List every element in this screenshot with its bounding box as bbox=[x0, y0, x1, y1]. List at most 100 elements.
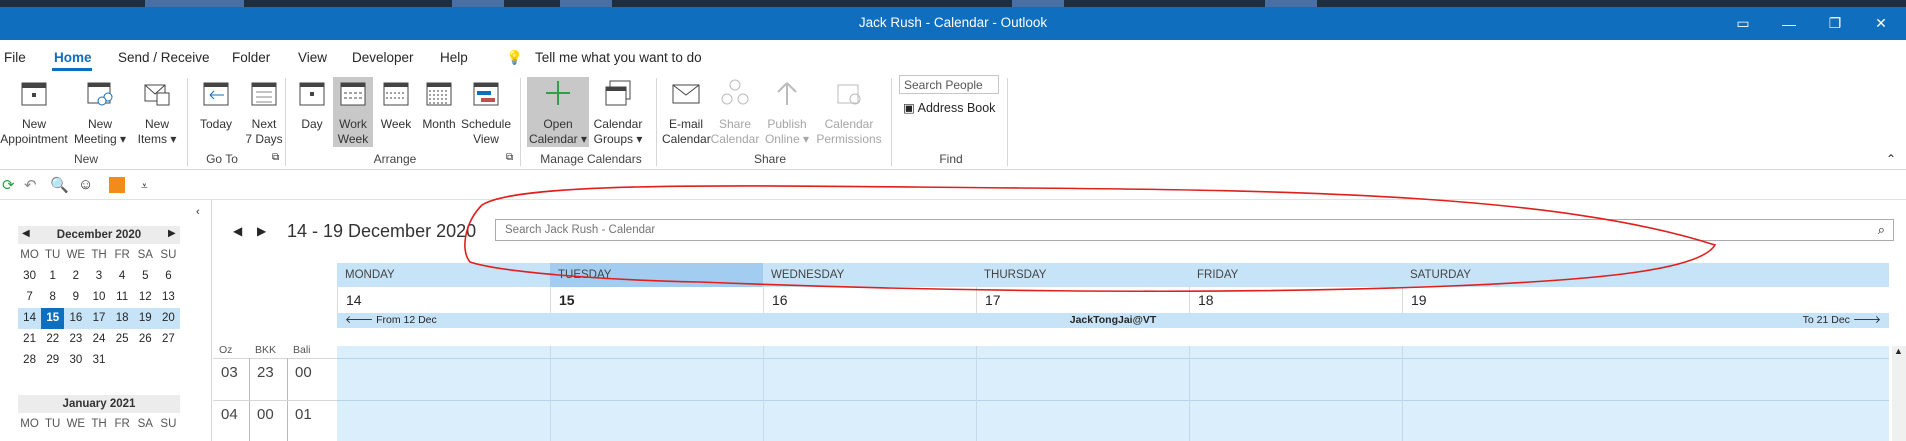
time-grid[interactable] bbox=[337, 346, 1889, 441]
collapse-ribbon-icon[interactable]: ⌃ bbox=[1886, 152, 1896, 166]
tab-help[interactable]: Help bbox=[440, 50, 468, 65]
sync-icon[interactable]: ⟳ bbox=[2, 176, 15, 194]
mini-calendar-day[interactable]: 5 bbox=[134, 266, 157, 287]
mini-calendar-day[interactable]: 12 bbox=[134, 287, 157, 308]
tell-me-search[interactable]: Tell me what you want to do bbox=[535, 50, 702, 65]
day-header-thursday[interactable]: THURSDAY bbox=[976, 263, 1189, 287]
next-month-icon[interactable]: ▶ bbox=[168, 228, 176, 239]
day-number[interactable]: 18 bbox=[1189, 287, 1402, 313]
restore-button[interactable]: ❐ bbox=[1812, 7, 1858, 40]
day-header-tuesday[interactable]: TUESDAY bbox=[550, 263, 763, 287]
mini-calendar-day[interactable]: 17 bbox=[87, 308, 111, 329]
calendar-permissions-button[interactable]: Calendar Permissions bbox=[814, 77, 884, 147]
button-label: Week bbox=[337, 132, 369, 146]
mini-calendar-day[interactable]: 7 bbox=[18, 287, 41, 308]
new-appointment-button[interactable]: New Appointment bbox=[0, 77, 68, 147]
mini-calendar-day[interactable]: 24 bbox=[87, 329, 110, 350]
lightbulb-icon: 💡 bbox=[506, 50, 523, 65]
minimize-button[interactable]: — bbox=[1766, 7, 1812, 40]
tab-folder[interactable]: Folder bbox=[232, 50, 270, 65]
open-calendar-button[interactable]: Open Calendar ▾ bbox=[527, 77, 589, 147]
close-button[interactable]: ✕ bbox=[1858, 7, 1904, 40]
color-square-icon[interactable] bbox=[109, 177, 125, 193]
new-items-button[interactable]: New Items ▾ bbox=[132, 77, 182, 147]
mini-calendar-day[interactable]: 11 bbox=[111, 287, 134, 308]
mini-calendar-day[interactable]: 4 bbox=[111, 266, 134, 287]
ribbon-display-icon[interactable]: ▭ bbox=[1720, 7, 1766, 40]
dialog-launcher-icon[interactable]: ⧉ bbox=[506, 152, 513, 163]
button-label: Calendar ▾ bbox=[528, 132, 588, 146]
undo-icon[interactable]: ↶ bbox=[24, 176, 37, 194]
day-header-saturday[interactable]: SATURDAY bbox=[1402, 263, 1889, 287]
day-number[interactable]: 14 bbox=[337, 287, 550, 313]
mini-calendar-day[interactable]: 23 bbox=[64, 329, 87, 350]
day-header-monday[interactable]: MONDAY bbox=[337, 263, 550, 287]
new-meeting-button[interactable]: New Meeting ▾ bbox=[70, 77, 130, 147]
share-calendar-button[interactable]: Share Calendar bbox=[710, 77, 760, 147]
mini-calendar-day[interactable]: 9 bbox=[64, 287, 87, 308]
tab-home[interactable]: Home bbox=[54, 50, 92, 65]
mini-calendar-day[interactable]: 1 bbox=[41, 266, 64, 287]
today-button[interactable]: Today bbox=[192, 77, 240, 132]
mini-calendar-day[interactable]: 3 bbox=[87, 266, 110, 287]
next-week-icon[interactable]: ▶ bbox=[257, 224, 266, 238]
hour-label: 01 bbox=[295, 406, 312, 423]
customize-toolbar-icon[interactable]: ⩡ bbox=[141, 179, 148, 194]
mini-calendar-day[interactable]: 16 bbox=[64, 308, 88, 329]
calendar-groups-button[interactable]: Calendar Groups ▾ bbox=[590, 77, 646, 147]
mini-calendar-day[interactable]: 27 bbox=[157, 329, 180, 350]
mini-calendar-day[interactable]: 29 bbox=[41, 350, 64, 371]
address-book-button[interactable]: ▣ Address Book bbox=[903, 100, 995, 115]
calendar-search-input[interactable] bbox=[496, 220, 1856, 240]
dialog-launcher-icon[interactable]: ⧉ bbox=[272, 152, 279, 163]
day-header-friday[interactable]: FRIDAY bbox=[1189, 263, 1402, 287]
tab-file[interactable]: File bbox=[4, 50, 26, 65]
mini-calendar-day[interactable]: 31 bbox=[87, 350, 110, 371]
day-number[interactable]: 16 bbox=[763, 287, 976, 313]
day-header-wednesday[interactable]: WEDNESDAY bbox=[763, 263, 976, 287]
button-label: Share bbox=[718, 117, 752, 131]
mini-calendar-day[interactable]: 25 bbox=[111, 329, 134, 350]
mini-calendar-day[interactable]: 21 bbox=[18, 329, 41, 350]
mini-calendar-day[interactable]: 13 bbox=[157, 287, 180, 308]
mini-calendar-day[interactable]: 8 bbox=[41, 287, 64, 308]
day-number[interactable]: 15 bbox=[550, 287, 763, 313]
mini-calendar-day[interactable]: 15 bbox=[41, 308, 65, 329]
button-label: Publish bbox=[767, 117, 807, 131]
work-week-view-button[interactable]: Work Week bbox=[333, 77, 373, 147]
month-view-button[interactable]: Month bbox=[417, 77, 461, 132]
mini-calendar-day[interactable]: 20 bbox=[156, 308, 180, 329]
mini-calendar-day[interactable]: 28 bbox=[18, 350, 41, 371]
day-number[interactable]: 17 bbox=[976, 287, 1189, 313]
mini-calendar-day[interactable]: 10 bbox=[87, 287, 110, 308]
mini-calendar-day[interactable]: 19 bbox=[133, 308, 157, 329]
day-view-button[interactable]: Day bbox=[292, 77, 332, 132]
mini-calendar-day[interactable]: 18 bbox=[110, 308, 134, 329]
schedule-view-button[interactable]: Schedule View bbox=[460, 77, 512, 147]
smiley-icon[interactable]: ☺ bbox=[78, 176, 93, 193]
mini-calendar-day[interactable]: 6 bbox=[157, 266, 180, 287]
scroll-up-icon[interactable]: ▲ bbox=[1894, 346, 1903, 356]
vertical-scrollbar[interactable]: ▲ bbox=[1892, 346, 1906, 441]
next-range-link[interactable]: To 21 Dec 🡒 bbox=[1803, 313, 1881, 328]
prev-month-icon[interactable]: ◀ bbox=[22, 228, 30, 239]
mini-calendar-day[interactable]: 26 bbox=[134, 329, 157, 350]
mini-calendar-day[interactable]: 30 bbox=[64, 350, 87, 371]
search-people-input[interactable]: Search People bbox=[899, 75, 999, 94]
prev-week-icon[interactable]: ◀ bbox=[233, 224, 242, 238]
mini-calendar-day[interactable]: 30 bbox=[18, 266, 41, 287]
mini-calendar-day[interactable]: 22 bbox=[41, 329, 64, 350]
week-view-button[interactable]: Week bbox=[376, 77, 416, 132]
magnifier-icon[interactable]: 🔍 bbox=[50, 176, 69, 194]
search-icon[interactable]: ⌕ bbox=[1878, 222, 1885, 238]
mini-calendar-day[interactable]: 2 bbox=[64, 266, 87, 287]
next-7-days-button[interactable]: Next 7 Days bbox=[238, 77, 290, 147]
day-number[interactable]: 19 bbox=[1402, 287, 1889, 313]
tab-view[interactable]: View bbox=[298, 50, 327, 65]
tab-developer[interactable]: Developer bbox=[352, 50, 414, 65]
email-calendar-button[interactable]: E-mail Calendar bbox=[662, 77, 711, 147]
collapse-pane-icon[interactable]: ‹ bbox=[196, 206, 200, 218]
publish-online-button[interactable]: Publish Online ▾ bbox=[760, 77, 814, 147]
mini-calendar-day[interactable]: 14 bbox=[18, 308, 42, 329]
tab-send-receive[interactable]: Send / Receive bbox=[118, 50, 210, 65]
